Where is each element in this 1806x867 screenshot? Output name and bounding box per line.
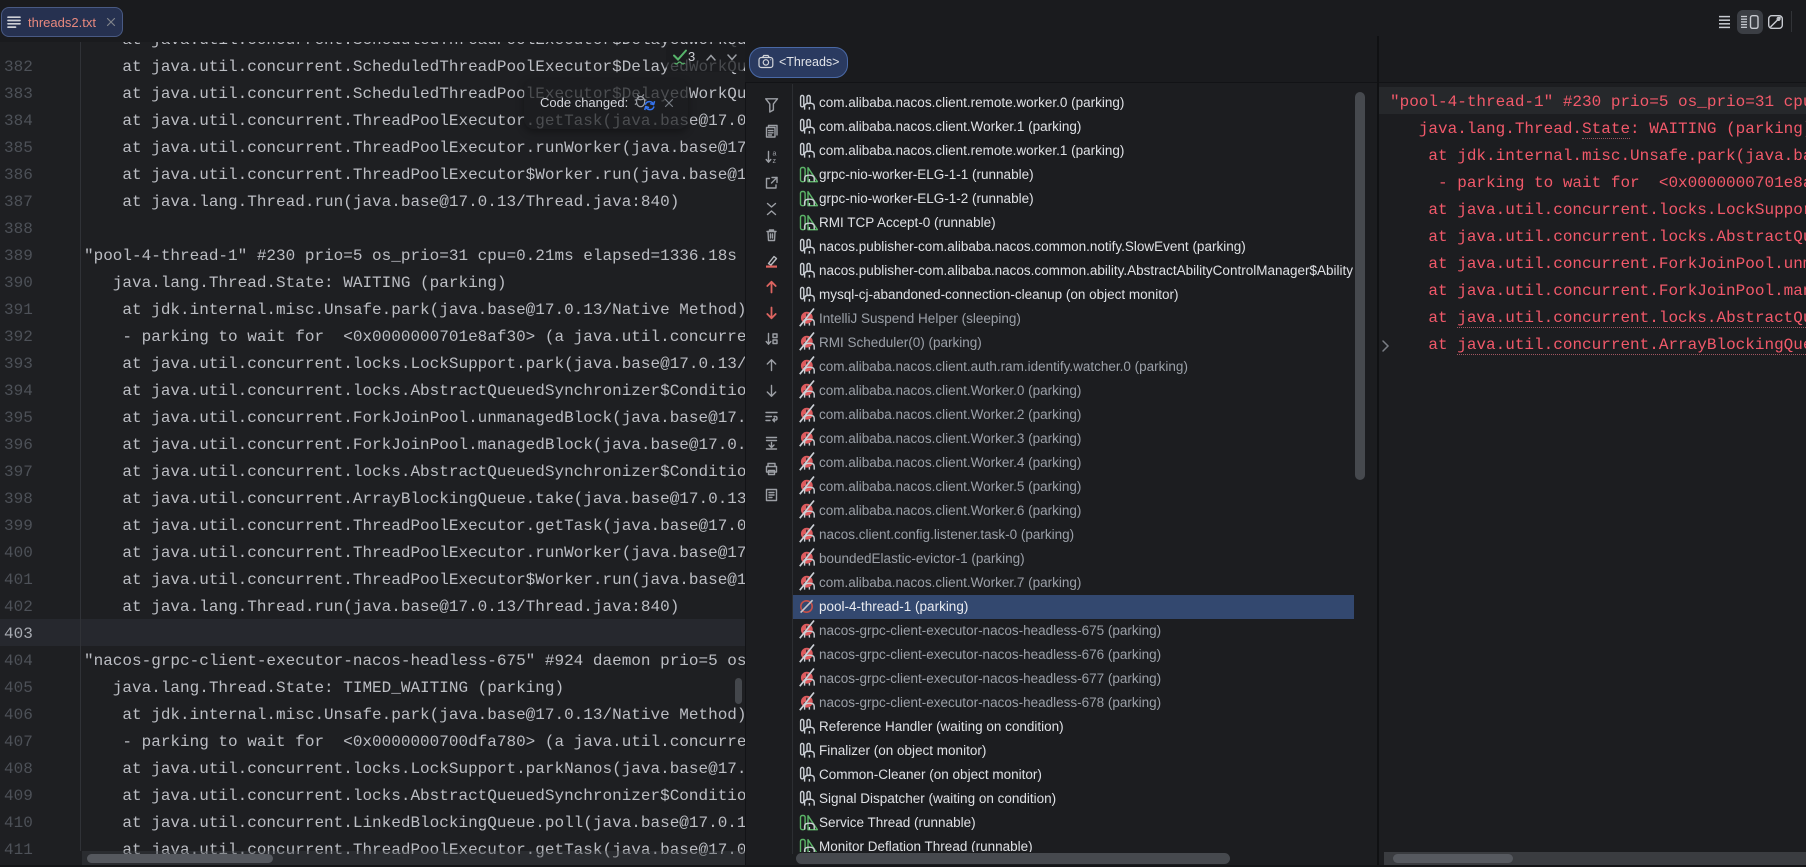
svg-text:z: z [773,158,777,165]
svg-text:a: a [773,151,777,158]
